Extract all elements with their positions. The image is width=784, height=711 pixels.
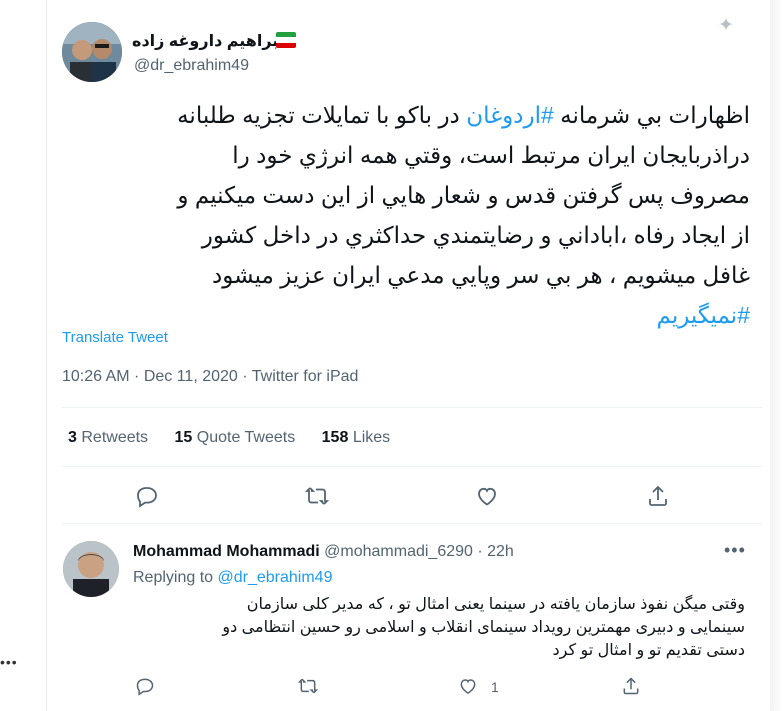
iran-flag-icon [276, 32, 296, 48]
more-icon[interactable]: ••• [724, 540, 746, 561]
reply-display-name[interactable]: Mohammad Mohammadi [133, 543, 320, 560]
display-name[interactable]: ابراهیم داروغه زاده [132, 31, 284, 51]
tweet-line: مصروف پس گرفتن قدس و شعار هايي از اين دس… [177, 182, 750, 208]
reply-text: وقتی میگن نفوذ سازمان یافته در سینما یعن… [133, 593, 745, 662]
more-icon[interactable]: ••• [0, 654, 18, 670]
tweet-line: غافل ميشويم ، هر بي سر وپايي مدعي ايران … [211, 262, 750, 288]
avatar[interactable] [62, 22, 122, 82]
reply-like-count: 1 [491, 679, 499, 695]
tweet-text: اظهارات بي شرمانه #اردوغان در باكو با تم… [62, 95, 750, 335]
divider [62, 466, 762, 467]
likes-stat[interactable]: 158 Likes [322, 429, 391, 446]
translate-tweet-link[interactable]: Translate Tweet [62, 329, 168, 346]
user-handle[interactable]: @dr_ebrahim49 [134, 57, 249, 75]
tweet-line: دراذربايجان ايران مرتبط است، وقتي همه ان… [232, 142, 750, 168]
replying-to: Replying to @dr_ebrahim49 [133, 569, 333, 586]
replying-to-link[interactable]: @dr_ebrahim49 [218, 569, 333, 586]
left-sidebar-strip [0, 0, 44, 711]
tweet-stats: 3 Retweets 15 Quote Tweets 158 Likes [68, 429, 412, 447]
retweet-icon[interactable] [297, 676, 324, 702]
divider [62, 407, 762, 408]
reply-line: وقتی میگن نفوذ سازمان یافته در سینما یعن… [246, 596, 745, 613]
heart-icon[interactable] [458, 676, 484, 702]
heart-icon[interactable] [475, 484, 501, 510]
reply-time[interactable]: · 22h [477, 543, 513, 560]
reply-handle[interactable]: @mohammadi_6290 [324, 543, 473, 560]
retweet-icon[interactable] [304, 484, 331, 510]
share-icon[interactable] [646, 484, 672, 510]
tweet-timestamp[interactable]: 10:26 AM · Dec 11, 2020 · Twitter for iP… [62, 368, 358, 386]
watermark: ✦ [704, 14, 762, 106]
share-icon[interactable] [621, 676, 647, 702]
reply-line: سینمایی و دبیری مهمترین رویداد سینمای ان… [222, 619, 745, 636]
reply-header: Mohammad Mohammadi @mohammadi_6290 · 22h [133, 543, 514, 561]
hashtag-link[interactable]: #اردوغان [466, 102, 554, 128]
right-edge [770, 0, 784, 711]
reply-icon[interactable] [135, 676, 161, 702]
quote-tweets-stat[interactable]: 15 Quote Tweets [175, 429, 296, 446]
reply-line: دستی تقدیم تو و امثال تو کرد [552, 642, 746, 659]
watermark-logo-icon: ✦ [718, 15, 734, 36]
divider [62, 523, 762, 524]
tweet-actions [62, 484, 762, 514]
reply-actions: 1 [133, 676, 733, 702]
retweets-stat[interactable]: 3 Retweets [68, 429, 148, 446]
tweet-line: اظهارات بي شرمانه #اردوغان در باكو با تم… [177, 102, 750, 128]
avatar[interactable] [63, 541, 119, 597]
reply-icon[interactable] [135, 484, 161, 510]
tweet-line: از ايجاد رفاه ،اباداني و رضايتمندي حداكث… [201, 222, 750, 248]
